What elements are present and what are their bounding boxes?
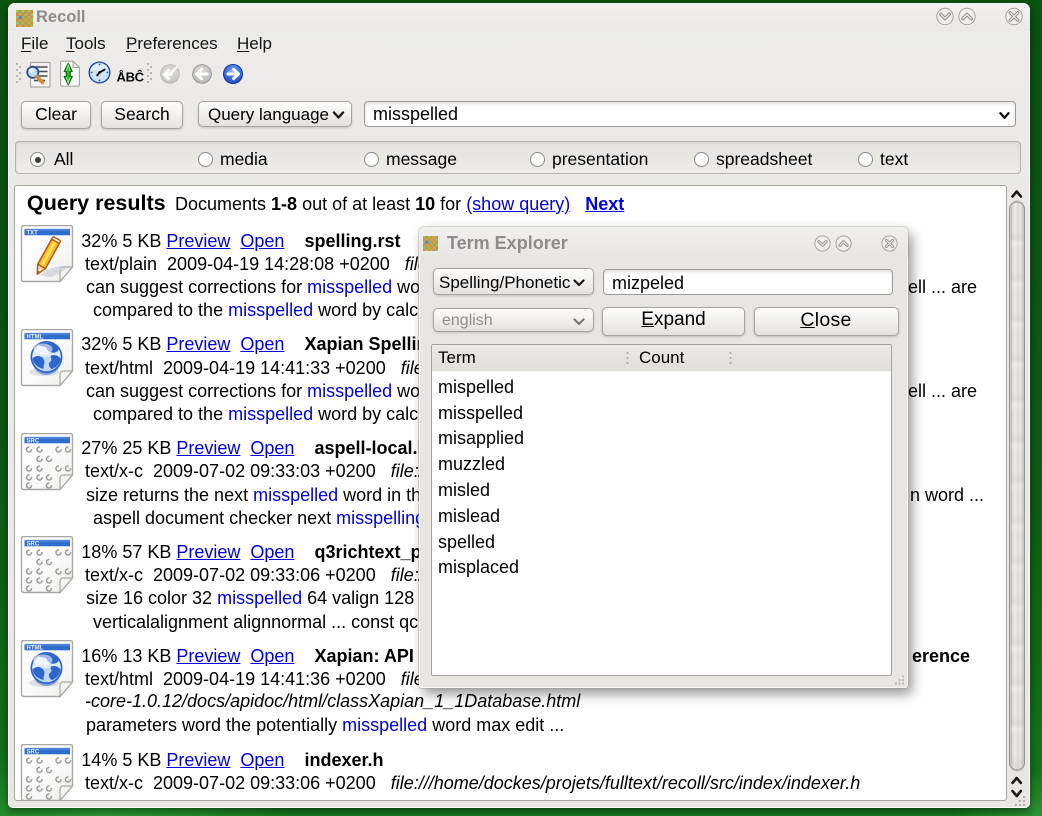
svg-text:ÅBĈ: ÅBĈ — [117, 70, 145, 85]
